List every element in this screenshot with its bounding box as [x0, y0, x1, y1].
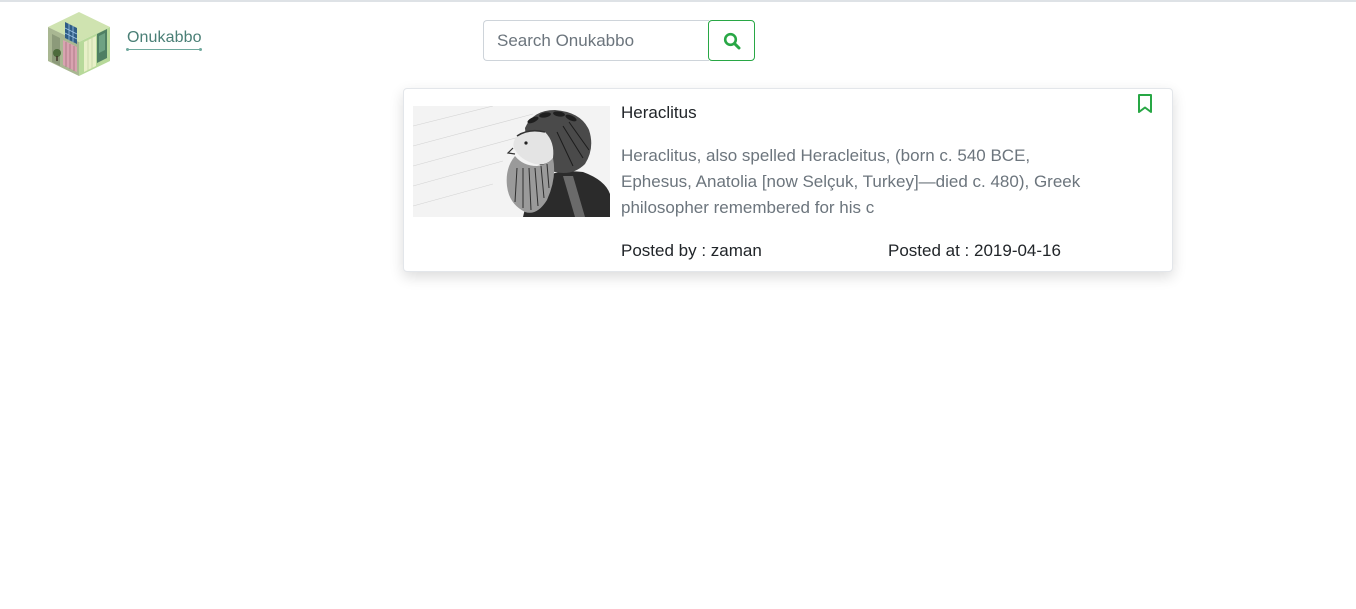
brand-home-link[interactable]: Onukabbo [44, 10, 202, 77]
heraclitus-portrait-image [413, 106, 610, 217]
post-card[interactable]: Heraclitus Heraclitus, also spelled Hera… [403, 88, 1173, 272]
post-author: Posted by : zaman [621, 241, 762, 260]
search-input[interactable] [483, 20, 709, 61]
search-form [483, 20, 755, 61]
brand-text: Onukabbo [126, 28, 202, 51]
search-button[interactable] [708, 20, 755, 61]
bookmark-icon [1138, 94, 1152, 113]
brand-underline [126, 48, 202, 51]
post-date: Posted at : 2019-04-16 [888, 241, 1061, 260]
brand-name: Onukabbo [127, 29, 202, 46]
building-cube-logo-icon [48, 12, 110, 76]
search-icon [723, 32, 740, 49]
bookmark-button[interactable] [1135, 93, 1155, 115]
post-title[interactable]: Heraclitus [621, 102, 697, 124]
post-image[interactable] [413, 106, 610, 217]
top-border [0, 0, 1356, 2]
post-excerpt: Heraclitus, also spelled Heracleitus, (b… [621, 146, 1081, 217]
